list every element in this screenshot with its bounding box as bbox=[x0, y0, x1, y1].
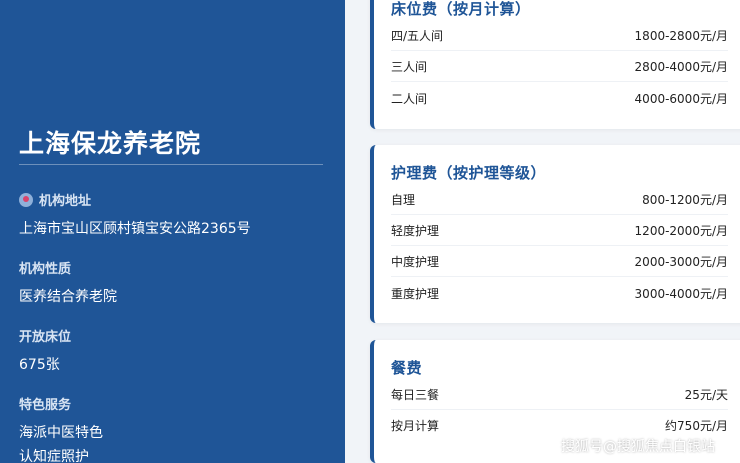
source-watermark: 搜狐号@搜狐焦点白银站 bbox=[561, 439, 715, 455]
row-name: 每日三餐 bbox=[391, 388, 440, 402]
row-name: 按月计算 bbox=[391, 419, 440, 433]
row-price: 3000-4000元/月 bbox=[634, 287, 728, 301]
info-sidebar: 上海保龙养老院 机构地址 上海市宝山区顾村镇宝安公路2365号 机构性质 医养结… bbox=[0, 0, 345, 463]
services-value-2: 认知症照护 bbox=[19, 449, 89, 463]
table-row: 三人间 2800-4000元/月 bbox=[391, 51, 728, 82]
table-row: 中度护理 2000-3000元/月 bbox=[391, 246, 728, 277]
row-price: 2000-3000元/月 bbox=[634, 255, 728, 269]
table-row: 轻度护理 1200-2000元/月 bbox=[391, 215, 728, 246]
bed-fee-title: 床位费（按月计算） bbox=[391, 0, 531, 18]
row-price: 25元/天 bbox=[684, 388, 728, 402]
care-fee-card: 护理费（按护理等级） 自理 800-1200元/月 轻度护理 1200-2000… bbox=[370, 145, 740, 323]
row-price: 1200-2000元/月 bbox=[634, 224, 728, 238]
location-pin-icon bbox=[19, 192, 33, 207]
services-label: 特色服务 bbox=[19, 398, 72, 413]
address-label-text: 机构地址 bbox=[39, 194, 92, 209]
table-row: 自理 800-1200元/月 bbox=[391, 184, 728, 215]
nature-label: 机构性质 bbox=[19, 262, 72, 277]
table-row: 每日三餐 25元/天 bbox=[391, 379, 728, 410]
address-value: 上海市宝山区顾村镇宝安公路2365号 bbox=[19, 221, 251, 237]
row-name: 重度护理 bbox=[391, 287, 440, 301]
row-price: 约750元/月 bbox=[665, 419, 728, 433]
row-name: 自理 bbox=[391, 193, 416, 207]
table-row: 二人间 4000-6000元/月 bbox=[391, 83, 728, 114]
beds-value: 675张 bbox=[19, 357, 60, 373]
row-price: 4000-6000元/月 bbox=[634, 92, 728, 106]
bed-fee-card: 床位费（按月计算） 四/五人间 1800-2800元/月 三人间 2800-40… bbox=[370, 0, 740, 129]
row-name: 中度护理 bbox=[391, 255, 440, 269]
table-row: 重度护理 3000-4000元/月 bbox=[391, 278, 728, 309]
nature-value: 医养结合养老院 bbox=[19, 289, 117, 305]
institution-name: 上海保龙养老院 bbox=[19, 129, 202, 158]
row-price: 800-1200元/月 bbox=[642, 193, 728, 207]
care-fee-title: 护理费（按护理等级） bbox=[391, 164, 547, 182]
beds-label: 开放床位 bbox=[19, 330, 72, 345]
meal-fee-title: 餐费 bbox=[391, 359, 423, 377]
row-name: 四/五人间 bbox=[391, 29, 444, 43]
services-value-1: 海派中医特色 bbox=[19, 425, 103, 441]
table-row: 四/五人间 1800-2800元/月 bbox=[391, 20, 728, 51]
row-name: 轻度护理 bbox=[391, 224, 440, 238]
row-price: 1800-2800元/月 bbox=[634, 29, 728, 43]
row-name: 三人间 bbox=[391, 60, 428, 74]
address-label: 机构地址 bbox=[19, 190, 91, 209]
row-name: 二人间 bbox=[391, 92, 428, 106]
sidebar-divider bbox=[19, 164, 323, 165]
row-price: 2800-4000元/月 bbox=[634, 60, 728, 74]
